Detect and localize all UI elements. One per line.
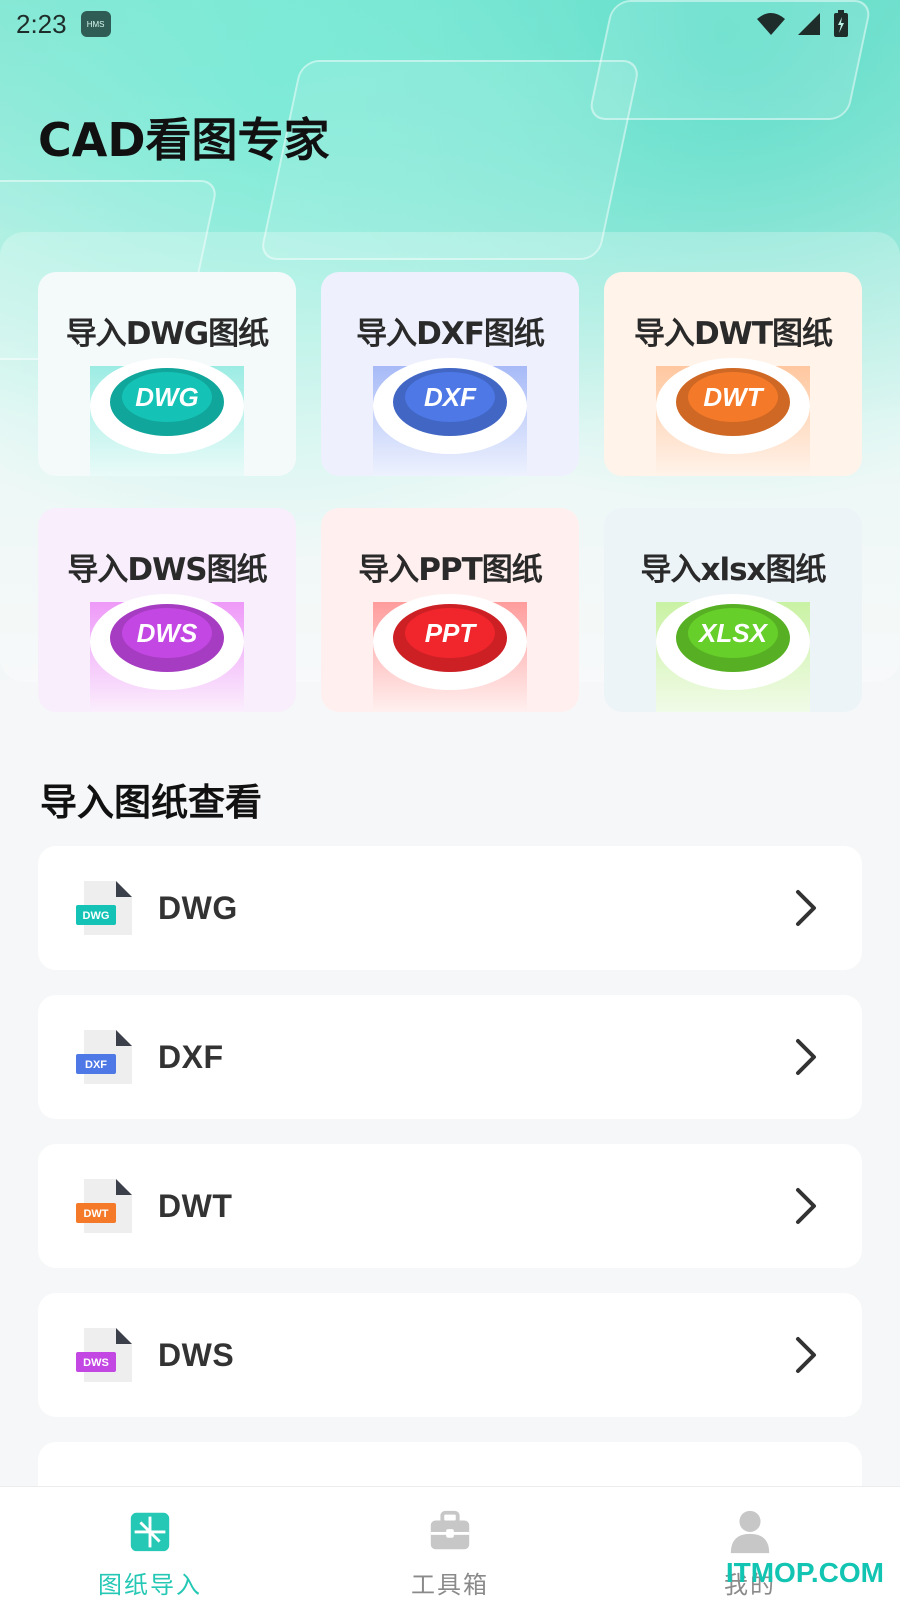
tab-toolbox[interactable]: 工具箱 bbox=[300, 1487, 600, 1600]
battery-icon bbox=[834, 10, 848, 37]
file-type-badge: DWS bbox=[122, 608, 212, 658]
card-label: 导入DWG图纸 bbox=[65, 316, 269, 352]
list-item-dxf[interactable]: DXF DXF bbox=[38, 995, 862, 1119]
file-icon-tag: DWT bbox=[83, 1208, 108, 1220]
file-icon: DWS bbox=[76, 1328, 132, 1382]
file-type-list: DWG DWG DXF DXF DWT DWT DWS DWS bbox=[38, 846, 862, 1537]
list-item-label: DWT bbox=[158, 1187, 233, 1224]
chevron-right-icon bbox=[796, 890, 816, 926]
tab-label: 工具箱 bbox=[411, 1571, 489, 1599]
toolbox-icon bbox=[430, 1510, 470, 1550]
file-icon: DXF bbox=[76, 1030, 132, 1084]
card-label: 导入DWS图纸 bbox=[67, 552, 267, 588]
list-item-dwt[interactable]: DWT DWT bbox=[38, 1144, 862, 1268]
list-item-label: DWG bbox=[158, 889, 238, 926]
import-card-dws[interactable]: DWS 导入DWS图纸 bbox=[38, 508, 296, 712]
wifi-icon bbox=[757, 13, 785, 35]
app-title: CAD看图专家 bbox=[38, 113, 330, 167]
import-card-dxf[interactable]: DXF 导入DXF图纸 bbox=[321, 272, 579, 476]
hms-badge: HMS bbox=[80, 11, 111, 37]
file-type-badge: XLSX bbox=[688, 608, 778, 658]
list-item-dwg[interactable]: DWG DWG bbox=[38, 846, 862, 970]
watermark: ITMOP.COM bbox=[725, 1557, 884, 1588]
file-icon-tag: DWG bbox=[83, 910, 110, 922]
chevron-right-icon bbox=[796, 1039, 816, 1075]
list-item-dws[interactable]: DWS DWS bbox=[38, 1293, 862, 1417]
file-icon-tag: DWS bbox=[83, 1357, 109, 1369]
import-card-xlsx[interactable]: XLSX 导入xlsx图纸 bbox=[604, 508, 862, 712]
person-icon bbox=[730, 1510, 770, 1554]
import-card-dwg[interactable]: DWG 导入DWG图纸 bbox=[38, 272, 296, 476]
file-type-badge: PPT bbox=[405, 608, 495, 658]
tab-drawing-import[interactable]: 图纸导入 bbox=[0, 1487, 300, 1600]
chevron-right-icon bbox=[796, 1188, 816, 1224]
file-icon-tag: DXF bbox=[85, 1059, 107, 1071]
card-label: 导入xlsx图纸 bbox=[640, 552, 826, 588]
list-item-label: DWS bbox=[158, 1336, 235, 1373]
tab-label: 图纸导入 bbox=[98, 1571, 202, 1599]
list-item-label: DXF bbox=[158, 1038, 224, 1075]
import-card-grid: DWG 导入DWG图纸 DXF 导入DXF图纸 DWT 导入DWT图纸 DWS … bbox=[38, 272, 862, 712]
signal-icon bbox=[798, 13, 820, 35]
file-type-badge: DWT bbox=[688, 372, 778, 422]
status-bar: 2:23 HMS bbox=[0, 0, 900, 48]
card-label: 导入DWT图纸 bbox=[633, 316, 833, 352]
section-title: 导入图纸查看 bbox=[40, 781, 262, 824]
status-icons bbox=[756, 10, 850, 38]
chevron-right-icon bbox=[796, 1337, 816, 1373]
file-type-badge: DXF bbox=[405, 372, 495, 422]
card-label: 导入PPT图纸 bbox=[358, 552, 543, 588]
card-label: 导入DXF图纸 bbox=[356, 316, 545, 352]
drawing-import-icon bbox=[130, 1512, 170, 1552]
import-card-dwt[interactable]: DWT 导入DWT图纸 bbox=[604, 272, 862, 476]
file-icon: DWG bbox=[76, 881, 132, 935]
import-card-ppt[interactable]: PPT 导入PPT图纸 bbox=[321, 508, 579, 712]
status-time: 2:23 bbox=[16, 8, 67, 39]
file-icon: DWT bbox=[76, 1179, 132, 1233]
file-type-badge: DWG bbox=[122, 372, 212, 422]
